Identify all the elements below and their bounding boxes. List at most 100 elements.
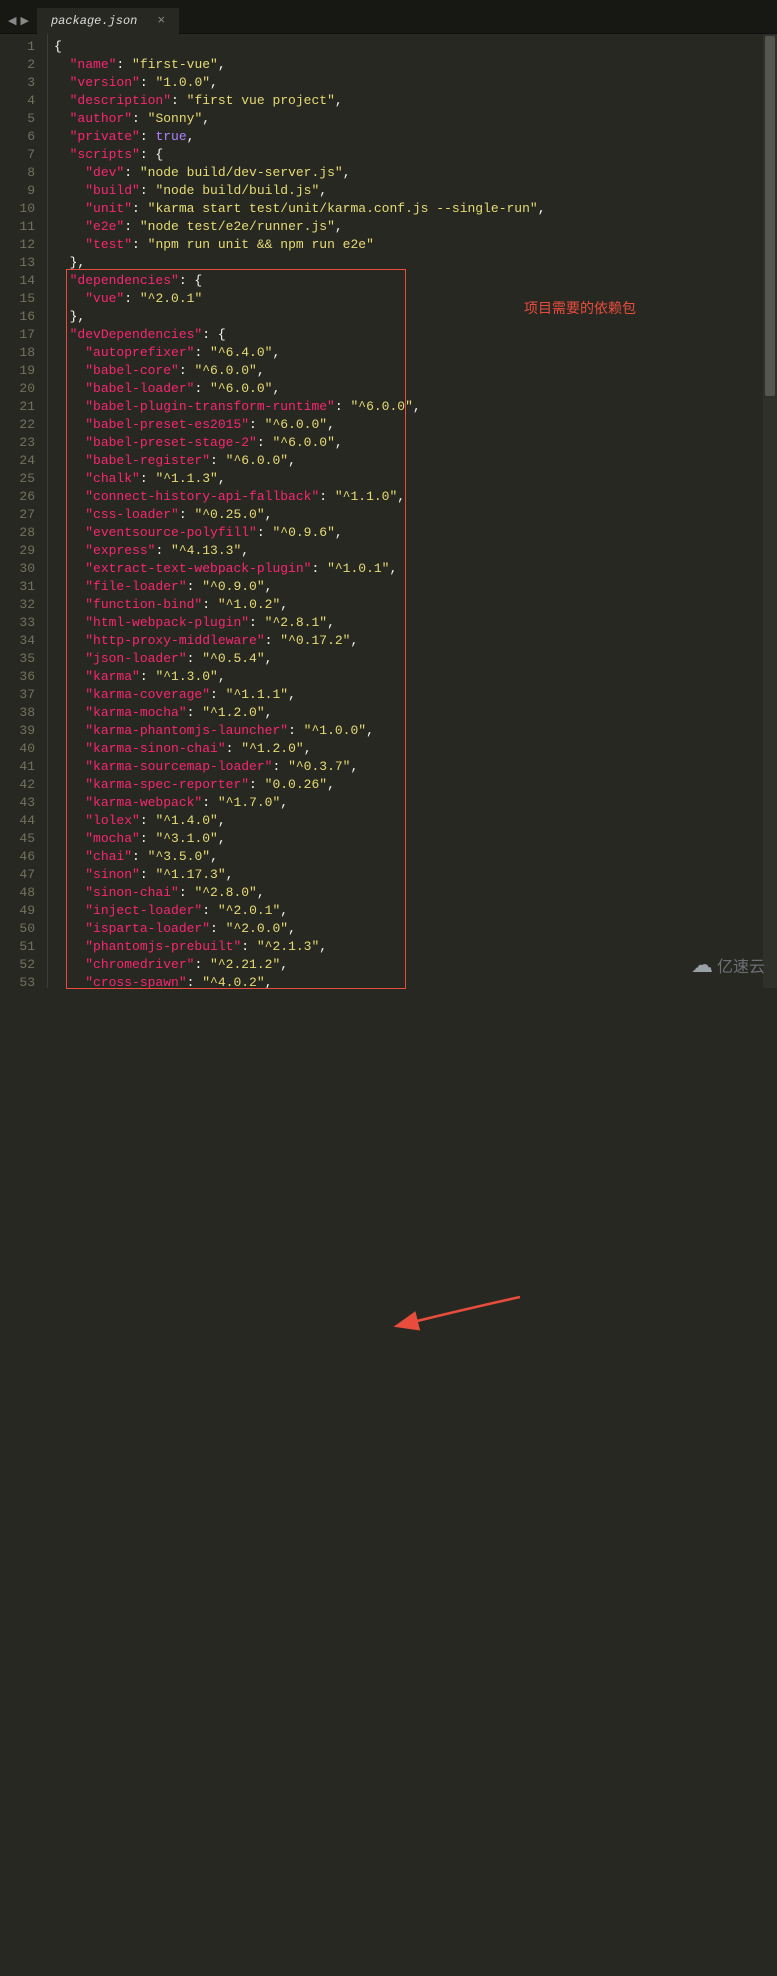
code-line[interactable]: "babel-preset-es2015": "^6.0.0",: [54, 416, 777, 434]
line-number: 15: [0, 290, 35, 308]
code-line[interactable]: "vue": "^2.0.1": [54, 290, 777, 308]
code-line[interactable]: "name": "first-vue",: [54, 56, 777, 74]
code-line[interactable]: "scripts": {: [54, 146, 777, 164]
annotation-arrow: [0, 988, 777, 1976]
code-line[interactable]: "babel-loader": "^6.0.0",: [54, 380, 777, 398]
code-line[interactable]: "description": "first vue project",: [54, 92, 777, 110]
tab-package-json[interactable]: package.json ×: [37, 8, 179, 34]
watermark: ☁ 亿速云: [691, 952, 765, 978]
code-line[interactable]: "express": "^4.13.3",: [54, 542, 777, 560]
code-line[interactable]: "phantomjs-prebuilt": "^2.1.3",: [54, 938, 777, 956]
code-line[interactable]: "private": true,: [54, 128, 777, 146]
code-line[interactable]: "devDependencies": {: [54, 326, 777, 344]
annotation-text: 项目需要的依赖包: [524, 298, 636, 318]
code-line[interactable]: {: [54, 38, 777, 56]
code-line[interactable]: "test": "npm run unit && npm run e2e": [54, 236, 777, 254]
code-line[interactable]: "karma": "^1.3.0",: [54, 668, 777, 686]
nav-left-icon[interactable]: ◀: [8, 14, 16, 28]
line-number: 36: [0, 668, 35, 686]
line-number: 24: [0, 452, 35, 470]
code-line[interactable]: "chalk": "^1.1.3",: [54, 470, 777, 488]
code-line[interactable]: "css-loader": "^0.25.0",: [54, 506, 777, 524]
line-number: 28: [0, 524, 35, 542]
code-line[interactable]: "extract-text-webpack-plugin": "^1.0.1",: [54, 560, 777, 578]
code-line[interactable]: "sinon": "^1.17.3",: [54, 866, 777, 884]
code-line[interactable]: "babel-preset-stage-2": "^6.0.0",: [54, 434, 777, 452]
code-line[interactable]: "karma-sinon-chai": "^1.2.0",: [54, 740, 777, 758]
code-line[interactable]: "http-proxy-middleware": "^0.17.2",: [54, 632, 777, 650]
code-line[interactable]: "mocha": "^3.1.0",: [54, 830, 777, 848]
code-line[interactable]: "version": "1.0.0",: [54, 74, 777, 92]
code-line[interactable]: "karma-sourcemap-loader": "^0.3.7",: [54, 758, 777, 776]
line-number: 27: [0, 506, 35, 524]
code-line[interactable]: "dependencies": {: [54, 272, 777, 290]
line-number: 41: [0, 758, 35, 776]
code-line[interactable]: "babel-register": "^6.0.0",: [54, 452, 777, 470]
code-line[interactable]: "karma-mocha": "^1.2.0",: [54, 704, 777, 722]
line-number-gutter: 1234567891011121314151617181920212223242…: [0, 34, 48, 988]
line-number: 4: [0, 92, 35, 110]
code-line[interactable]: "babel-core": "^6.0.0",: [54, 362, 777, 380]
line-number: 26: [0, 488, 35, 506]
line-number: 48: [0, 884, 35, 902]
line-number: 29: [0, 542, 35, 560]
code-line[interactable]: "sinon-chai": "^2.8.0",: [54, 884, 777, 902]
code-line[interactable]: "connect-history-api-fallback": "^1.1.0"…: [54, 488, 777, 506]
code-line[interactable]: "karma-phantomjs-launcher": "^1.0.0",: [54, 722, 777, 740]
line-number: 13: [0, 254, 35, 272]
line-number: 45: [0, 830, 35, 848]
code-line[interactable]: "cross-spawn": "^4.0.2",: [54, 974, 777, 992]
code-line[interactable]: "json-loader": "^0.5.4",: [54, 650, 777, 668]
line-number: 38: [0, 704, 35, 722]
line-number: 40: [0, 740, 35, 758]
code-line[interactable]: },: [54, 308, 777, 326]
code-line[interactable]: },: [54, 254, 777, 272]
code-line[interactable]: "chai": "^3.5.0",: [54, 848, 777, 866]
tab-bar: ◀ ▶ package.json ×: [0, 8, 777, 34]
code-line[interactable]: "karma-spec-reporter": "0.0.26",: [54, 776, 777, 794]
code-line[interactable]: "babel-plugin-transform-runtime": "^6.0.…: [54, 398, 777, 416]
line-number: 50: [0, 920, 35, 938]
line-number: 46: [0, 848, 35, 866]
line-number: 16: [0, 308, 35, 326]
code-line[interactable]: "isparta-loader": "^2.0.0",: [54, 920, 777, 938]
code-line[interactable]: "unit": "karma start test/unit/karma.con…: [54, 200, 777, 218]
line-number: 37: [0, 686, 35, 704]
close-icon[interactable]: ×: [157, 13, 165, 28]
code-line[interactable]: "karma-coverage": "^1.1.1",: [54, 686, 777, 704]
code-line[interactable]: "html-webpack-plugin": "^2.8.1",: [54, 614, 777, 632]
line-number: 1: [0, 38, 35, 56]
code-line[interactable]: "author": "Sonny",: [54, 110, 777, 128]
line-number: 8: [0, 164, 35, 182]
line-number: 25: [0, 470, 35, 488]
code-line[interactable]: "karma-webpack": "^1.7.0",: [54, 794, 777, 812]
line-number: 52: [0, 956, 35, 974]
code-line[interactable]: "lolex": "^1.4.0",: [54, 812, 777, 830]
line-number: 30: [0, 560, 35, 578]
code-line[interactable]: "dev": "node build/dev-server.js",: [54, 164, 777, 182]
code-line[interactable]: "function-bind": "^1.0.2",: [54, 596, 777, 614]
scroll-thumb[interactable]: [765, 36, 775, 396]
line-number: 21: [0, 398, 35, 416]
line-number: 33: [0, 614, 35, 632]
nav-right-icon[interactable]: ▶: [20, 14, 28, 28]
code-line[interactable]: "build": "node build/build.js",: [54, 182, 777, 200]
line-number: 12: [0, 236, 35, 254]
code-line[interactable]: "eventsource-polyfill": "^0.9.6",: [54, 524, 777, 542]
line-number: 20: [0, 380, 35, 398]
code-line[interactable]: "e2e": "node test/e2e/runner.js",: [54, 218, 777, 236]
line-number: 39: [0, 722, 35, 740]
code-line[interactable]: "autoprefixer": "^6.4.0",: [54, 344, 777, 362]
line-number: 51: [0, 938, 35, 956]
code-line[interactable]: "inject-loader": "^2.0.1",: [54, 902, 777, 920]
line-number: 14: [0, 272, 35, 290]
code-line[interactable]: "chromedriver": "^2.21.2",: [54, 956, 777, 974]
vertical-scrollbar[interactable]: [763, 34, 777, 988]
tab-filename: package.json: [51, 14, 137, 28]
code-content[interactable]: { "name": "first-vue", "version": "1.0.0…: [48, 34, 777, 988]
line-number: 49: [0, 902, 35, 920]
code-line[interactable]: "file-loader": "^0.9.0",: [54, 578, 777, 596]
line-number: 47: [0, 866, 35, 884]
nav-arrows: ◀ ▶: [0, 14, 37, 28]
line-number: 7: [0, 146, 35, 164]
